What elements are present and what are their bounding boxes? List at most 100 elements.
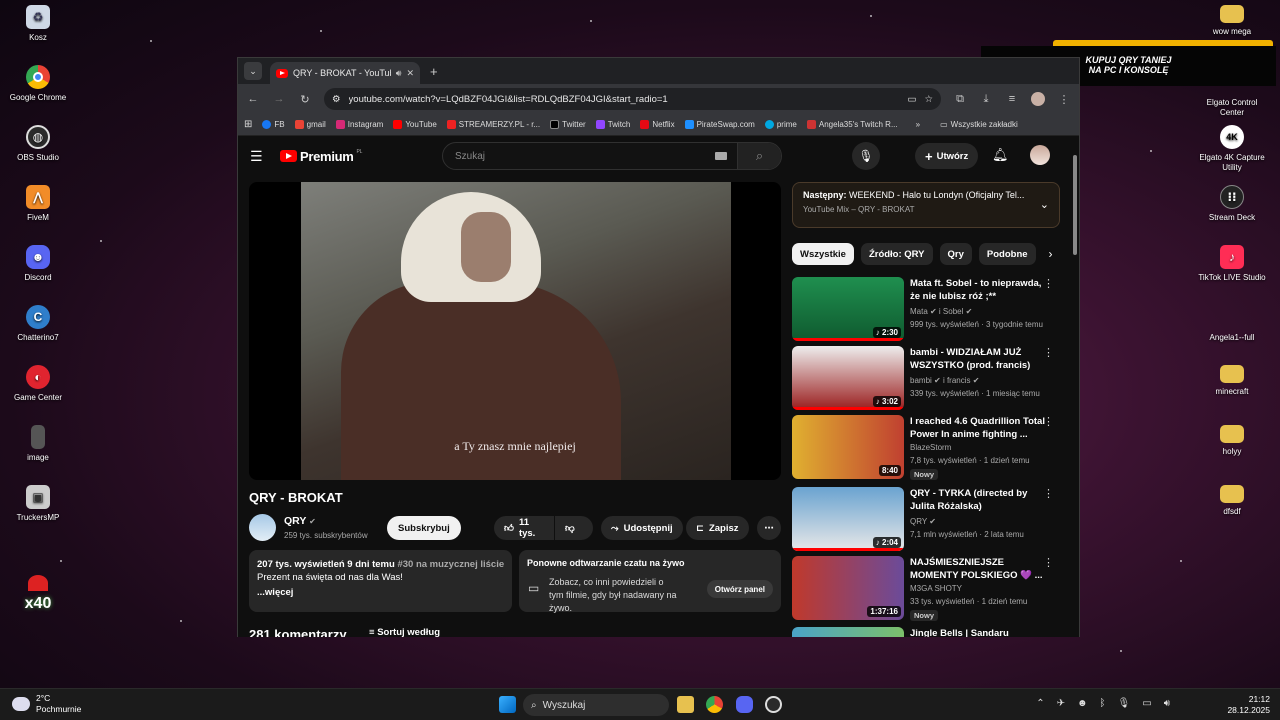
rec-title[interactable]: I reached 4.6 Quadrillion Total Power In… [910,415,1048,441]
open-panel-button[interactable]: Otwórz panel [706,580,773,598]
profile-avatar[interactable] [1031,92,1045,106]
network-icon[interactable]: ▭ [1142,698,1151,709]
back-icon[interactable]: ← [246,93,260,105]
desktop-icon-obs[interactable]: ◍ OBS Studio [0,125,76,163]
desktop-icon-holyy[interactable]: holyy [1194,425,1270,457]
video-thumbnail[interactable]: ♪ 3:02 [792,346,904,410]
taskbar-search[interactable]: ⌕ Wyszukaj [523,694,669,716]
speaker-icon[interactable]: 🔊︎ [396,68,402,79]
bookmark-instagram[interactable]: Instagram [335,120,383,129]
rec-channel[interactable]: QRY ✔ [910,517,936,526]
search-button[interactable]: ⌕ [737,143,781,169]
description-more[interactable]: ...więcej [257,586,504,599]
chip-qry[interactable]: Qry [939,243,972,265]
tray-app-icon[interactable]: ✈ [1057,698,1065,709]
recommendation-item[interactable]: 1:37:16 NAJŚMIESZNIEJSZE MOMENTY POLSKIE… [792,556,1062,621]
desktop-icon-angela-full[interactable]: Angela1--full [1194,305,1270,343]
video-thumbnail[interactable]: ♪ 2:04 [792,487,904,551]
desktop-icon-truckersmp[interactable]: ▣ TruckersMP [0,485,76,523]
rec-menu-icon[interactable]: ⋮ [1043,487,1054,500]
account-avatar[interactable] [1030,145,1050,165]
sort-comments-button[interactable]: ≡ Sortuj według [369,627,440,637]
bookmark-streamerzy[interactable]: STREAMERZY.PL - r... [446,120,540,129]
rec-title[interactable]: NAJŚMIESZNIEJSZE MOMENTY POLSKIEGO 💜 ... [910,556,1048,582]
description-box[interactable]: 207 tys. wyświetleń 9 dni temu #30 na mu… [249,550,512,612]
bookmark-star-icon[interactable]: ☆ [924,94,933,105]
video-thumbnail[interactable]: ♪ 2:30 [792,277,904,341]
video-thumbnail[interactable] [792,627,904,637]
site-info-icon[interactable]: ⚙ [332,94,341,105]
rec-menu-icon[interactable]: ⋮ [1043,556,1054,569]
desktop-icon-fivem[interactable]: ⋀ FiveM [0,185,76,223]
hamburger-menu-icon[interactable]: ☰ [250,148,270,165]
chip-all[interactable]: Wszystkie [792,243,854,265]
up-next-mix[interactable]: Następny: WEEKEND - Halo tu Londyn (Ofic… [792,182,1060,228]
desktop-icon-recycle-bin[interactable]: ♻ Kosz [0,5,76,43]
desktop-icon-tiktok[interactable]: ♪ TikTok LIVE Studio [1194,245,1270,283]
chevron-up-icon[interactable]: ⌃ [1036,698,1044,709]
page-scrollbar[interactable] [1072,147,1078,637]
dislike-button[interactable]: 👎︎ [555,516,593,540]
chevron-down-icon[interactable]: ⌄ [1040,198,1049,211]
bookmark-angela[interactable]: Angela35's Twitch R... [806,120,898,129]
menu-icon[interactable]: ⋮ [1057,93,1071,106]
close-tab-icon[interactable]: ✕ [406,68,414,79]
notifications-bell-icon[interactable]: 🔔︎ [992,147,1009,163]
media-control-icon[interactable]: ≡ [1005,93,1019,105]
bookmark-youtube[interactable]: YouTube [393,120,437,129]
desktop-icon-wow-mega[interactable]: wow mega [1194,5,1270,37]
rec-title[interactable]: Jingle Bells | Sandaru Sathsara [910,627,1048,637]
keyboard-icon[interactable] [715,152,727,160]
volume-icon[interactable]: 🔊︎ [1164,698,1170,709]
bookmark-prime[interactable]: prime [764,120,797,129]
cast-icon[interactable]: ▭ [907,94,916,105]
recommendation-item[interactable]: 8:40 I reached 4.6 Quadrillion Total Pow… [792,415,1062,480]
desktop-icon-elgato-4k[interactable]: 4K Elgato 4K Capture Utility [1194,125,1270,173]
obs-taskbar-icon[interactable] [765,696,782,713]
rec-menu-icon[interactable]: ⋮ [1043,415,1054,428]
desktop-icon-chrome[interactable]: Google Chrome [0,65,76,103]
rec-title[interactable]: bambi - WIDZIAŁAM JUŻ WSZYSTKO (prod. fr… [910,346,1048,372]
desktop-icon-stream-deck[interactable]: ⁝⁝ Stream Deck [1194,185,1270,223]
channel-avatar[interactable] [249,514,276,541]
rec-channel[interactable]: Mata ✔ i Sobel ✔ [910,307,972,316]
rec-menu-icon[interactable]: ⋮ [1043,346,1054,359]
recommendation-item[interactable]: Jingle Bells | Sandaru Sathsara [792,627,1062,637]
extensions-icon[interactable]: ⧉ [953,93,967,106]
rec-title[interactable]: QRY - TYRKA (directed by Julita Różalska… [910,487,1048,513]
reload-icon[interactable]: ↻ [298,93,312,106]
file-explorer-icon[interactable] [677,696,694,713]
video-thumbnail[interactable]: 8:40 [792,415,904,479]
all-bookmarks[interactable]: ▭ Wszystkie zakładki [940,120,1018,129]
chevron-right-icon[interactable]: › [1049,247,1053,261]
desktop-x40-widget[interactable]: x40 [0,575,76,613]
desktop-icon-dfsdf[interactable]: dfsdf [1194,485,1270,517]
video-player[interactable]: a Ty znasz mnie najlepiej [249,182,781,480]
microphone-tray-icon[interactable]: 🎙︎ [1118,698,1131,709]
chip-related[interactable]: Podobne [978,243,1036,265]
rec-channel[interactable]: M3GA SHOTY [910,584,962,593]
scrollbar-thumb[interactable] [1073,155,1077,255]
search-input[interactable]: Szukaj ⌕ [442,142,782,170]
desktop-icon-image[interactable]: image [0,425,76,463]
desktop-icon-discord[interactable]: ☻ Discord [0,245,76,283]
bookmark-pirateswap[interactable]: PirateSwap.com [684,120,755,129]
rec-channel[interactable]: bambi ✔ i francis ✔ [910,376,979,385]
like-button[interactable]: 👍︎ 11 tys. [494,516,554,540]
rec-menu-icon[interactable]: ⋮ [1043,277,1054,290]
channel-name[interactable]: QRY ✔ [284,515,316,527]
recommendation-item[interactable]: ♪ 2:30 Mata ft. Sobel - to nieprawda, że… [792,277,1062,341]
bookmark-fb[interactable]: FB [262,120,285,129]
address-bar[interactable]: ⚙ youtube.com/watch?v=LQdBZF04JGI&list=R… [324,88,941,110]
more-bookmarks-icon[interactable]: » [916,120,920,129]
desktop-icon-minecraft[interactable]: minecraft [1194,365,1270,397]
apps-icon[interactable]: ⊞ [244,119,252,130]
video-thumbnail[interactable]: 1:37:16 [792,556,904,620]
bookmark-gmail[interactable]: gmail [294,120,326,129]
bookmark-twitter[interactable]: Twitter [550,120,586,129]
youtube-premium-logo[interactable]: Premium PL [280,149,362,164]
bookmark-twitch[interactable]: Twitch [595,120,630,129]
tray-bluetooth-icon[interactable]: ᛒ [1100,698,1106,709]
recommendation-item[interactable]: ♪ 3:02 bambi - WIDZIAŁAM JUŻ WSZYSTKO (p… [792,346,1062,410]
new-tab-button[interactable]: + [430,64,438,79]
